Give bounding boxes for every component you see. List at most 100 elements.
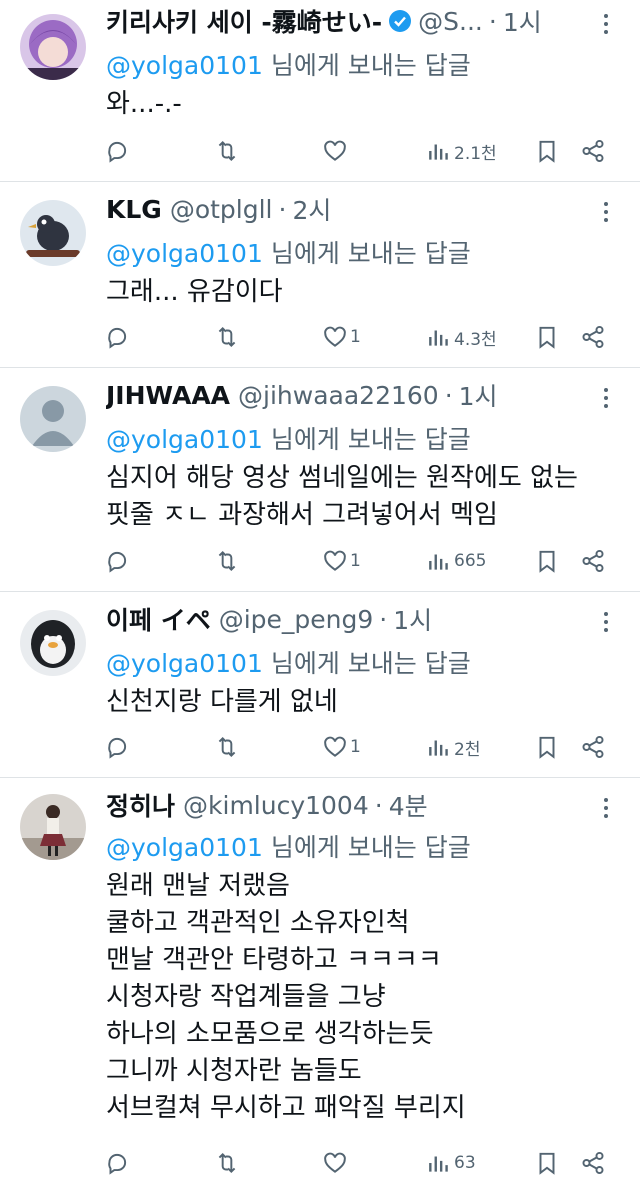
reply-button[interactable] bbox=[104, 546, 132, 576]
tweet-card[interactable]: JIHWAAA @jihwaaa22160 · 1시 @yolga0101 님에… bbox=[0, 368, 640, 592]
more-dots-icon[interactable] bbox=[594, 200, 618, 224]
retweet-button[interactable] bbox=[214, 732, 242, 762]
retweet-icon bbox=[218, 140, 236, 162]
tweet-text: 그래... 유감이다 bbox=[106, 274, 620, 311]
reply-context-text: 님에게 보내는 답글 bbox=[270, 833, 471, 862]
reply-icon bbox=[108, 737, 127, 759]
tweet-card[interactable]: 이페 イペ @ipe_peng9 · 1시 @yolga0101 님에게 보내는… bbox=[0, 592, 640, 778]
views-button[interactable]: 4.3천 bbox=[426, 322, 497, 352]
display-name[interactable]: 정히나 bbox=[106, 788, 175, 822]
tweet-text: 와...-.- bbox=[106, 86, 620, 123]
reply-mention[interactable]: @yolga0101 bbox=[106, 51, 263, 80]
display-name[interactable]: 키리사키 세이 -霧崎せい- bbox=[106, 4, 382, 38]
views-button[interactable]: 665 bbox=[426, 546, 486, 576]
tweet-text-line: 그니까 시청자란 놈들도 bbox=[106, 1056, 362, 1086]
reply-mention[interactable]: @yolga0101 bbox=[106, 239, 263, 268]
tweet-header: 정히나 @kimlucy1004 · 4분 bbox=[106, 788, 596, 822]
like-button[interactable]: 1 bbox=[322, 732, 361, 762]
view-count: 4.3천 bbox=[454, 329, 497, 350]
share-button[interactable] bbox=[580, 732, 606, 762]
tweet-card[interactable]: KLG @otplgll · 2시 @yolga0101 님에게 보내는 답글 … bbox=[0, 182, 640, 368]
bookmark-icon bbox=[539, 1152, 555, 1175]
like-button[interactable] bbox=[322, 136, 350, 166]
avatar[interactable] bbox=[20, 386, 86, 452]
like-button[interactable]: 1 bbox=[322, 546, 361, 576]
bookmark-button[interactable] bbox=[534, 732, 560, 762]
reply-mention[interactable]: @yolga0101 bbox=[106, 649, 263, 678]
tweet-card[interactable]: 정히나 @kimlucy1004 · 4분 @yolga0101 님에게 보내는… bbox=[0, 778, 640, 1200]
bookmark-icon bbox=[539, 550, 555, 573]
bookmark-button[interactable] bbox=[534, 1148, 560, 1178]
tweet-text-line: 심지어 해당 영상 썸네일에는 원작에도 없는 bbox=[106, 463, 578, 493]
timestamp[interactable]: 4분 bbox=[389, 788, 428, 822]
retweet-icon bbox=[218, 1152, 236, 1174]
avatar[interactable] bbox=[20, 14, 86, 80]
username[interactable]: @kimlucy1004 bbox=[183, 791, 369, 820]
reply-context: @yolga0101 님에게 보내는 답글 bbox=[106, 234, 471, 270]
share-icon bbox=[582, 735, 604, 759]
reply-mention[interactable]: @yolga0101 bbox=[106, 425, 263, 454]
tweet-text: 심지어 해당 영상 썸네일에는 원작에도 없는 핏줄 ㅈㄴ 과장해서 그려넣어서… bbox=[106, 460, 620, 534]
views-chart-icon bbox=[429, 1156, 448, 1172]
reply-context-text: 님에게 보내는 답글 bbox=[270, 649, 471, 678]
username[interactable]: @otplgll bbox=[170, 195, 273, 224]
timestamp[interactable]: 1시 bbox=[459, 378, 498, 412]
reply-button[interactable] bbox=[104, 732, 132, 762]
like-button[interactable] bbox=[322, 1148, 350, 1178]
reply-button[interactable] bbox=[104, 136, 132, 166]
reply-icon bbox=[108, 141, 127, 163]
timestamp[interactable]: 2시 bbox=[292, 192, 331, 226]
timestamp[interactable]: 1시 bbox=[393, 602, 432, 636]
heart-icon bbox=[324, 1152, 346, 1173]
bookmark-button[interactable] bbox=[534, 322, 560, 352]
retweet-button[interactable] bbox=[214, 1148, 242, 1178]
username[interactable]: @S... bbox=[418, 7, 483, 36]
views-button[interactable]: 63 bbox=[426, 1148, 476, 1178]
reply-context-text: 님에게 보내는 답글 bbox=[270, 239, 471, 268]
views-button[interactable]: 2천 bbox=[426, 732, 480, 762]
share-button[interactable] bbox=[580, 322, 606, 352]
views-button[interactable]: 2.1천 bbox=[426, 136, 497, 166]
share-button[interactable] bbox=[580, 1148, 606, 1178]
like-button[interactable]: 1 bbox=[322, 322, 361, 352]
avatar[interactable] bbox=[20, 610, 86, 676]
views-chart-icon bbox=[429, 330, 448, 346]
tweet-text: 신천지랑 다를게 없네 bbox=[106, 684, 620, 721]
reply-button[interactable] bbox=[104, 1148, 132, 1178]
reply-mention[interactable]: @yolga0101 bbox=[106, 833, 263, 862]
view-count: 665 bbox=[454, 551, 487, 571]
heart-icon bbox=[324, 736, 346, 757]
retweet-button[interactable] bbox=[214, 546, 242, 576]
bookmark-button[interactable] bbox=[534, 136, 560, 166]
more-dots-icon[interactable] bbox=[594, 12, 618, 36]
username[interactable]: @jihwaaa22160 bbox=[238, 381, 439, 410]
reply-button[interactable] bbox=[104, 322, 132, 352]
more-dots-icon[interactable] bbox=[594, 610, 618, 634]
timestamp[interactable]: 1시 bbox=[503, 4, 542, 38]
reply-icon bbox=[108, 551, 127, 573]
retweet-button[interactable] bbox=[214, 322, 242, 352]
view-count: 2.1천 bbox=[454, 143, 497, 164]
like-count: 1 bbox=[350, 737, 361, 757]
tweet-text: 원래 맨날 저랬음 쿨하고 객관적인 소유자인척 맨날 객관안 타령하고 ㅋㅋㅋ… bbox=[106, 868, 620, 1127]
tweet-card[interactable]: 키리사키 세이 -霧崎せい- @S... · 1시 @yolga0101 님에게… bbox=[0, 0, 640, 182]
retweet-button[interactable] bbox=[214, 136, 242, 166]
share-button[interactable] bbox=[580, 546, 606, 576]
share-button[interactable] bbox=[580, 136, 606, 166]
more-dots-icon[interactable] bbox=[594, 796, 618, 820]
username[interactable]: @ipe_peng9 bbox=[219, 605, 374, 634]
views-chart-icon bbox=[429, 144, 448, 160]
avatar[interactable] bbox=[20, 200, 86, 266]
tweet-text-line: 신천지랑 다를게 없네 bbox=[106, 687, 338, 717]
display-name[interactable]: KLG bbox=[106, 195, 162, 224]
avatar[interactable] bbox=[20, 794, 86, 860]
bookmark-button[interactable] bbox=[534, 546, 560, 576]
action-bar: 1 4.3천 bbox=[104, 322, 614, 352]
views-chart-icon bbox=[429, 554, 448, 570]
more-dots-icon[interactable] bbox=[594, 386, 618, 410]
separator-dot: · bbox=[278, 194, 287, 224]
tweet-text-line: 핏줄 ㅈㄴ 과장해서 그려넣어서 멕임 bbox=[106, 500, 498, 530]
display-name[interactable]: JIHWAAA bbox=[106, 381, 230, 410]
share-icon bbox=[582, 549, 604, 573]
display-name[interactable]: 이페 イペ bbox=[106, 602, 211, 636]
